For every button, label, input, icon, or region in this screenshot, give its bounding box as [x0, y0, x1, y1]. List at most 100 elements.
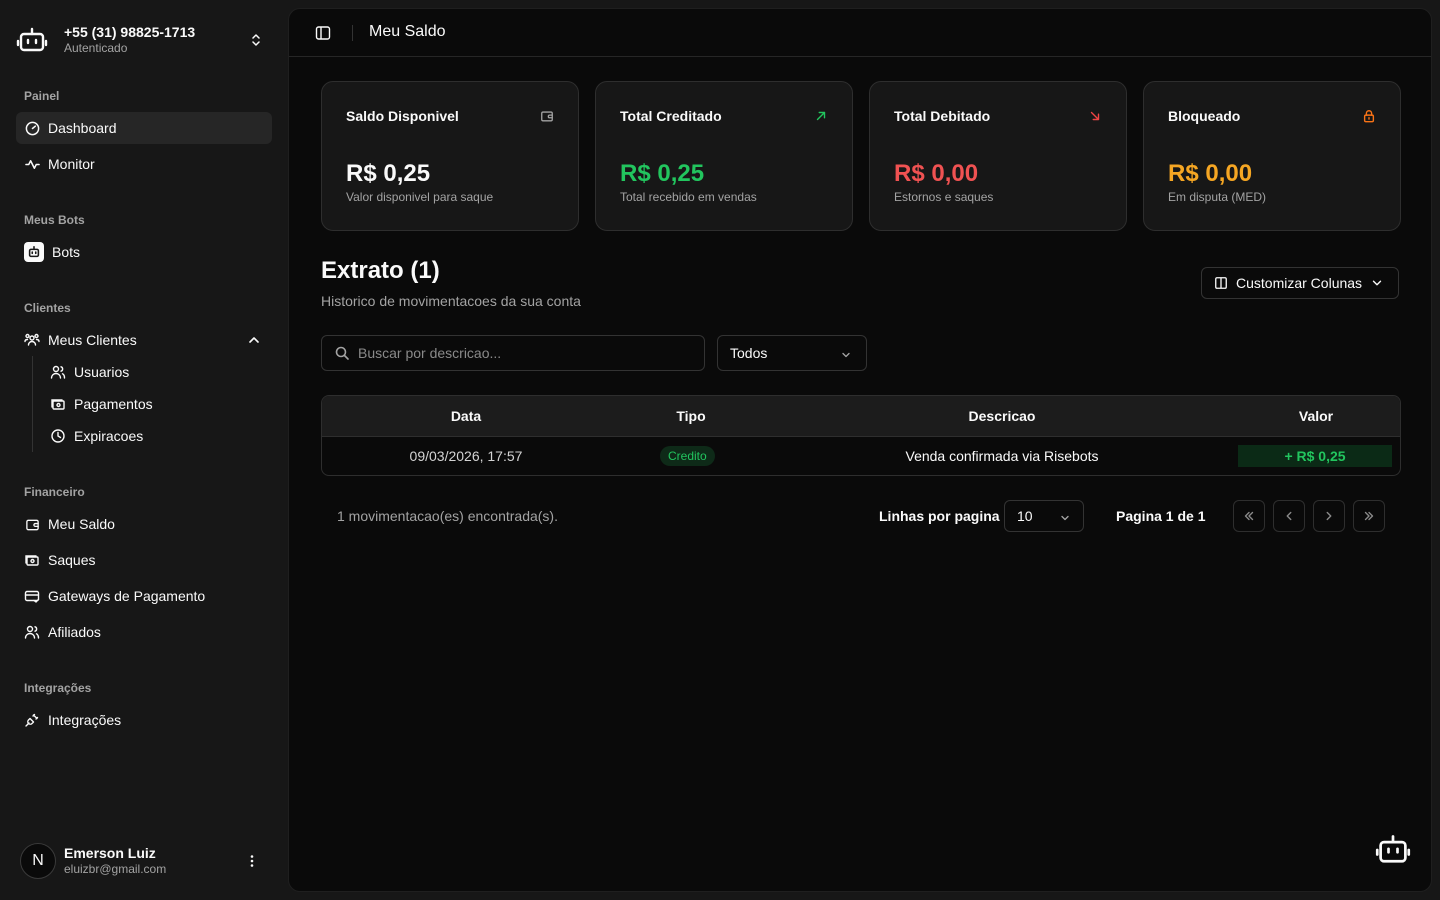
sidebar-item-expiracoes[interactable]: Expiracoes [42, 422, 272, 450]
rows-per-page-select[interactable]: 10 [1004, 500, 1084, 532]
table-header: Data Tipo Descricao Valor [322, 396, 1400, 437]
sidebar-item-label: Expiracoes [74, 428, 144, 444]
chevron-down-icon [840, 349, 852, 361]
chevron-left-icon [1282, 509, 1296, 523]
page-indicator: Pagina 1 de 1 [1116, 508, 1206, 524]
card-saldo-disponivel: Saldo Disponivel R$ 0,25 Valor disponive… [321, 81, 579, 231]
previous-page-button[interactable] [1273, 500, 1305, 532]
transactions-table: Data Tipo Descricao Valor 09/03/2026, 17… [321, 395, 1401, 476]
sidebar-item-usuarios[interactable]: Usuarios [42, 358, 272, 386]
card-title: Total Creditado [620, 108, 722, 124]
main-panel: Meu Saldo Saldo Disponivel R$ 0,25 Valor… [288, 8, 1432, 892]
activity-icon [24, 156, 40, 172]
wallet-icon [24, 516, 40, 532]
sidebar-item-label: Bots [52, 244, 81, 260]
rows-per-page-label: Linhas por pagina [879, 508, 1000, 524]
type-filter-select[interactable]: Todos [717, 335, 867, 371]
sidebar-item-label: Afiliados [48, 624, 101, 640]
user-menu[interactable]: N Emerson Luiz eluizbr@gmail.com [20, 842, 272, 880]
status-badge: Credito [660, 446, 715, 466]
sidebar-item-afiliados[interactable]: Afiliados [16, 616, 272, 648]
card-subtitle: Valor disponivel para saque [346, 190, 494, 204]
avatar: N [20, 843, 56, 879]
sidebar-item-saques[interactable]: Saques [16, 544, 272, 576]
more-vertical-icon[interactable] [244, 853, 260, 869]
sidebar-toggle-icon[interactable] [315, 25, 331, 41]
sidebar-item-meus-clientes[interactable]: Meus Clientes [16, 324, 272, 356]
chevron-down-icon [1370, 276, 1384, 290]
bot-icon [24, 242, 44, 262]
card-title: Total Debitado [894, 108, 991, 124]
card-subtitle: Estornos e saques [894, 190, 994, 204]
section-subtitle: Historico de movimentacoes da sua conta [321, 293, 581, 309]
card-bloqueado: Bloqueado R$ 0,00 Em disputa (MED) [1143, 81, 1401, 231]
card-total-creditado: Total Creditado R$ 0,25 Total recebido e… [595, 81, 853, 231]
chevron-up-icon [246, 332, 262, 348]
sidebar-item-label: Pagamentos [74, 396, 153, 412]
bot-logo-icon [16, 24, 48, 56]
users-icon [24, 624, 40, 640]
account-switcher[interactable]: +55 (31) 98825-1713 Autenticado [16, 22, 272, 58]
rows-per-page-value: 10 [1017, 508, 1033, 524]
column-header-descricao[interactable]: Descricao [902, 408, 1102, 424]
bot-assistant-icon[interactable] [1375, 833, 1411, 867]
sidebar-item-label: Dashboard [48, 120, 117, 136]
user-name: Emerson Luiz [64, 845, 156, 862]
sidebar-item-gateways[interactable]: Gateways de Pagamento [16, 580, 272, 612]
sidebar-item-meu-saldo[interactable]: Meu Saldo [16, 508, 272, 540]
lock-icon [1362, 109, 1376, 123]
search-icon [334, 345, 350, 361]
users-icon [50, 364, 66, 380]
column-header-data[interactable]: Data [386, 408, 546, 424]
column-header-valor[interactable]: Valor [1236, 408, 1396, 424]
group-label-painel: Painel [24, 89, 60, 103]
sidebar-item-label: Monitor [48, 156, 95, 172]
plug-icon [24, 712, 40, 728]
chevrons-right-icon [1362, 509, 1376, 523]
wallet-icon [540, 109, 554, 123]
table-row[interactable]: 09/03/2026, 17:57 Credito Venda confirma… [322, 437, 1400, 475]
search-field[interactable] [321, 335, 705, 371]
sidebar-item-dashboard[interactable]: Dashboard [16, 112, 272, 144]
account-phone: +55 (31) 98825-1713 [64, 24, 196, 41]
customize-columns-button[interactable]: Customizar Colunas [1201, 267, 1399, 299]
card-value: R$ 0,00 [894, 160, 979, 187]
sidebar-item-label: Gateways de Pagamento [48, 588, 206, 604]
result-count: 1 movimentacao(es) encontrada(s). [337, 508, 558, 524]
customize-columns-label: Customizar Colunas [1236, 275, 1363, 291]
arrow-down-right-icon [1088, 109, 1102, 123]
sidebar-item-pagamentos[interactable]: Pagamentos [42, 390, 272, 418]
section-title: Extrato (1) [321, 257, 440, 284]
chevrons-up-down-icon [248, 32, 264, 48]
submenu-line [32, 356, 33, 452]
arrow-up-right-icon [814, 109, 828, 123]
account-status: Autenticado [64, 41, 128, 56]
user-email: eluizbr@gmail.com [64, 862, 167, 877]
group-label-integracoes: Integrações [24, 681, 92, 695]
last-page-button[interactable] [1353, 500, 1385, 532]
card-total-debitado: Total Debitado R$ 0,00 Estornos e saques [869, 81, 1127, 231]
banknote-icon [24, 552, 40, 568]
columns-icon [1214, 276, 1228, 290]
gauge-icon [24, 120, 40, 136]
sidebar-item-monitor[interactable]: Monitor [16, 148, 272, 180]
topbar: Meu Saldo [289, 9, 1431, 57]
first-page-button[interactable] [1233, 500, 1265, 532]
sidebar-item-label: Integrações [48, 712, 122, 728]
sidebar-item-label: Meus Clientes [48, 332, 137, 348]
card-subtitle: Em disputa (MED) [1168, 190, 1267, 204]
next-page-button[interactable] [1313, 500, 1345, 532]
group-label-clientes: Clientes [24, 301, 71, 315]
cell-data: 09/03/2026, 17:57 [409, 448, 523, 464]
cell-descricao: Venda confirmada via Risebots [905, 448, 1099, 464]
sidebar-item-bots[interactable]: Bots [16, 236, 272, 268]
chevrons-left-icon [1242, 509, 1256, 523]
sidebar: +55 (31) 98825-1713 Autenticado Painel D… [0, 0, 288, 900]
column-header-tipo[interactable]: Tipo [611, 408, 771, 424]
group-label-meus-bots: Meus Bots [24, 213, 85, 227]
cell-valor: + R$ 0,25 [1238, 445, 1392, 467]
group-label-financeiro: Financeiro [24, 485, 85, 499]
sidebar-item-integracoes[interactable]: Integrações [16, 704, 272, 736]
card-value: R$ 0,25 [346, 160, 431, 187]
search-input[interactable] [358, 345, 678, 361]
